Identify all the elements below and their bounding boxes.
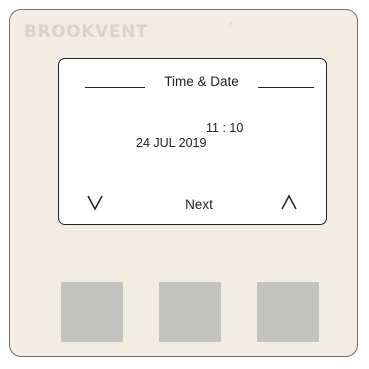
date-value: 24 JUL 2019 xyxy=(136,136,207,150)
brand-logo: BROOKVENT xyxy=(24,22,149,42)
chevron-up-icon[interactable] xyxy=(280,193,298,211)
lcd-screen: Time & Date 11 : 10 24 JUL 2019 Next xyxy=(58,58,327,225)
middle-button[interactable] xyxy=(159,282,221,342)
chevron-down-icon[interactable] xyxy=(86,193,104,211)
title-divider-left xyxy=(85,87,145,88)
next-button[interactable]: Next xyxy=(169,197,229,212)
brand-registered-mark: ® xyxy=(229,22,234,28)
left-button[interactable] xyxy=(61,282,123,342)
controller-panel: BROOKVENT ® Time & Date 11 : 10 24 JUL 2… xyxy=(9,9,358,357)
right-button[interactable] xyxy=(257,282,319,342)
title-divider-right xyxy=(258,87,314,88)
screen-title: Time & Date xyxy=(164,74,239,89)
time-value: 11 : 10 xyxy=(206,121,244,135)
